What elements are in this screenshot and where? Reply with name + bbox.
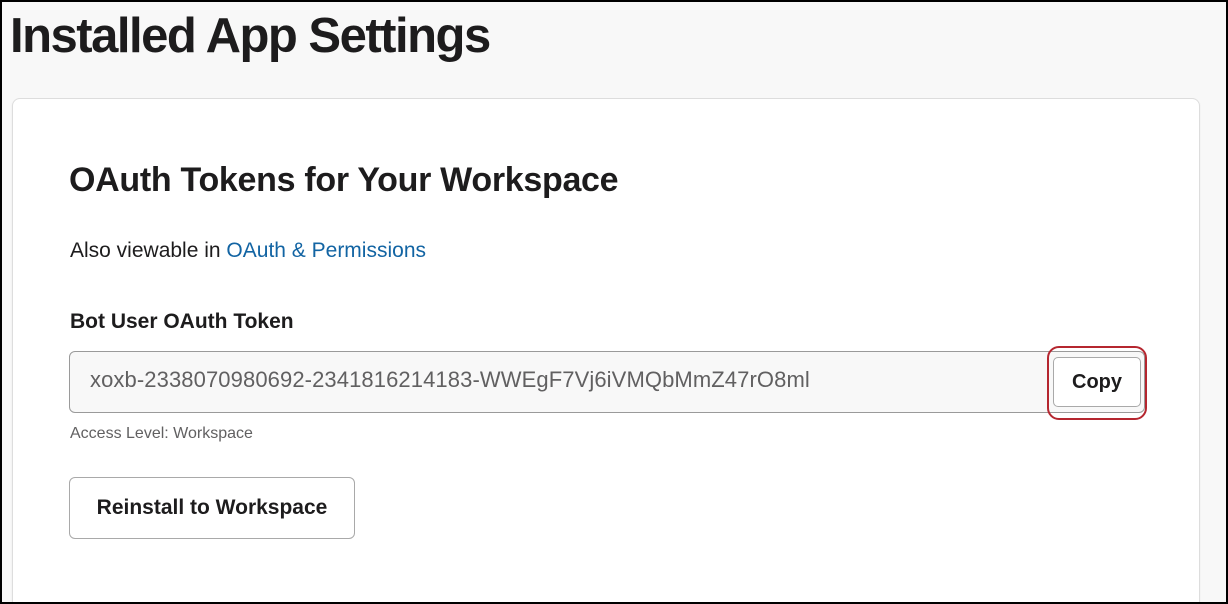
- subtitle-text: Also viewable in: [70, 239, 227, 262]
- oauth-tokens-card: OAuth Tokens for Your Workspace Also vie…: [12, 98, 1200, 602]
- bot-token-value: xoxb-2338070980692-2341816214183-WWEgF7V…: [90, 367, 810, 392]
- oauth-permissions-link[interactable]: OAuth & Permissions: [226, 239, 426, 262]
- bot-token-label: Bot User OAuth Token: [70, 310, 294, 333]
- section-subtitle: Also viewable in OAuth & Permissions: [70, 239, 426, 263]
- app-settings-frame: Installed App Settings OAuth Tokens for …: [0, 0, 1228, 604]
- copy-button[interactable]: Copy: [1053, 357, 1141, 407]
- reinstall-to-workspace-button[interactable]: Reinstall to Workspace: [69, 477, 355, 539]
- page-title: Installed App Settings: [10, 9, 491, 63]
- bot-token-field[interactable]: xoxb-2338070980692-2341816214183-WWEgF7V…: [69, 351, 1145, 413]
- section-title: OAuth Tokens for Your Workspace: [69, 161, 619, 199]
- access-level-text: Access Level: Workspace: [70, 425, 253, 442]
